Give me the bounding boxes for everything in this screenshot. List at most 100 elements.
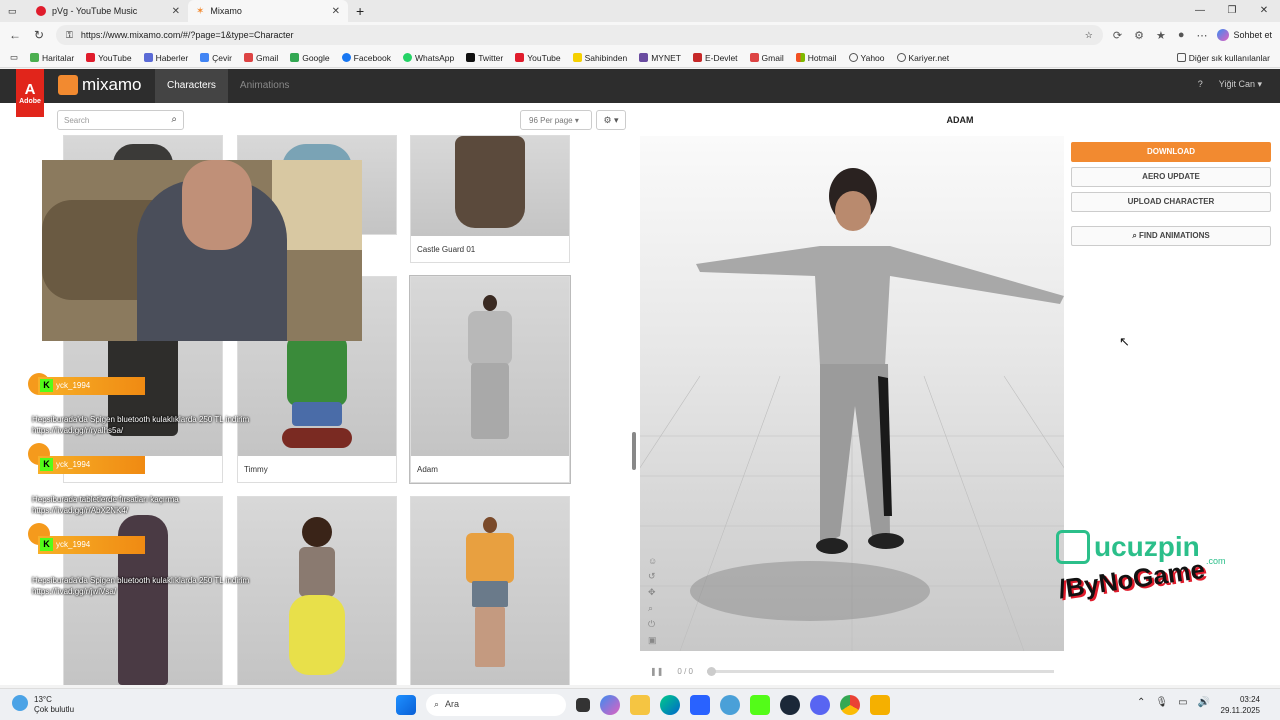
store-icon[interactable] bbox=[690, 695, 710, 715]
character-thumbnail bbox=[411, 277, 569, 456]
windows-start-icon[interactable] bbox=[396, 695, 416, 715]
character-thumbnail bbox=[411, 497, 569, 685]
more-icon[interactable]: ⋯ bbox=[1196, 29, 1207, 42]
timeline-slider[interactable] bbox=[706, 666, 1054, 676]
chrome-icon[interactable] bbox=[840, 695, 860, 715]
character-card[interactable]: Castle Guard 01 bbox=[410, 135, 570, 263]
new-tab-button[interactable]: + bbox=[348, 0, 372, 22]
zoom-icon[interactable]: ⌕ bbox=[648, 603, 657, 614]
scrollbar-thumb[interactable] bbox=[632, 432, 636, 470]
bookmark[interactable]: Twitter bbox=[466, 53, 503, 63]
windows-taskbar: 13°C Çok bulutlu ⌕ Ara ⌃ 🎙 ▭ 🔊 03:24 29.11… bbox=[0, 688, 1280, 720]
find-animations-button[interactable]: ⌕ FIND ANIMATIONS bbox=[1071, 226, 1271, 246]
bookmark[interactable]: Yahoo bbox=[848, 53, 885, 63]
record-icon[interactable]: ▣ bbox=[648, 635, 657, 646]
bookmark[interactable]: Gmail bbox=[749, 53, 784, 63]
close-window-icon[interactable]: ✕ bbox=[1248, 0, 1280, 22]
mixamo-nav: Characters Animations bbox=[155, 69, 301, 103]
chevron-up-icon[interactable]: ⌃ bbox=[1137, 697, 1145, 708]
bookmark[interactable]: MYNET bbox=[639, 53, 681, 63]
settings-app-icon[interactable] bbox=[720, 695, 740, 715]
user-menu[interactable]: Yiğit Can ▾ bbox=[1219, 79, 1262, 90]
settings-icon[interactable]: ⚙ bbox=[1134, 29, 1144, 42]
search-input[interactable]: Search ⌕ bbox=[57, 110, 184, 130]
favorites-icon[interactable]: ★ bbox=[1156, 29, 1166, 42]
bookmark[interactable]: Çevir bbox=[200, 53, 232, 63]
bookmark[interactable]: Facebook bbox=[341, 53, 391, 63]
minimize-icon[interactable]: — bbox=[1184, 0, 1216, 22]
aero-update-button[interactable]: AERO UPDATE bbox=[1071, 167, 1271, 187]
tab-mixamo[interactable]: ✶ Mixamo ✕ bbox=[188, 0, 348, 22]
character-name: Timmy bbox=[238, 456, 396, 482]
timeline-knob[interactable] bbox=[706, 666, 716, 676]
bookmark[interactable]: E-Devlet bbox=[692, 53, 738, 63]
bookmark[interactable]: YouTube bbox=[86, 53, 132, 63]
user-area: ? Yiğit Can ▾ bbox=[1198, 79, 1262, 90]
taskbar-search[interactable]: ⌕ Ara bbox=[426, 694, 566, 716]
close-icon[interactable]: ✕ bbox=[172, 6, 180, 17]
favorite-star-icon[interactable]: ☆ bbox=[1085, 30, 1093, 41]
tab-animations[interactable]: Animations bbox=[228, 69, 301, 103]
back-icon[interactable]: ← bbox=[8, 28, 22, 42]
character-card[interactable] bbox=[237, 496, 397, 685]
character-thumbnail bbox=[411, 136, 569, 236]
youtube-music-icon bbox=[36, 6, 46, 16]
power-icon[interactable]: ⏻ bbox=[648, 619, 657, 630]
speaker-icon[interactable]: 🔊 bbox=[1198, 697, 1210, 708]
3d-viewport[interactable]: ☺ ↺ ✥ ⌕ ⏻ ▣ bbox=[640, 136, 1064, 651]
weather-widget[interactable]: 13°C Çok bulutlu bbox=[12, 695, 74, 715]
tab-actions-icon[interactable]: ▭ bbox=[0, 0, 28, 22]
settings-gear-button[interactable]: ⚙ ▾ bbox=[596, 110, 626, 130]
kick-app-icon[interactable] bbox=[750, 695, 770, 715]
display-icon[interactable]: ▭ bbox=[1178, 697, 1187, 708]
profile-icon[interactable]: ● bbox=[1178, 29, 1185, 42]
help-icon[interactable]: ? bbox=[1198, 79, 1203, 90]
tab-youtube-music[interactable]: pVg - YouTube Music ✕ bbox=[28, 0, 188, 22]
lock-icon: ⚿ bbox=[66, 29, 73, 40]
file-explorer-icon[interactable] bbox=[630, 695, 650, 715]
bookmark[interactable]: Haberler bbox=[143, 53, 188, 63]
bookmark[interactable]: Haritalar bbox=[30, 53, 74, 63]
tab-title: pVg - YouTube Music bbox=[52, 6, 138, 16]
pause-icon[interactable]: ❚❚ bbox=[650, 667, 663, 676]
steam-icon[interactable] bbox=[780, 695, 800, 715]
per-page-select[interactable]: 96 Per page ▾ bbox=[520, 110, 592, 130]
list-scrollbar[interactable] bbox=[630, 137, 638, 685]
microphone-icon[interactable]: 🎙 bbox=[1155, 697, 1168, 708]
search-icon: ⌕ bbox=[434, 699, 440, 709]
search-icon[interactable]: ⌕ bbox=[171, 114, 177, 125]
discord-icon[interactable] bbox=[810, 695, 830, 715]
close-icon[interactable]: ✕ bbox=[332, 6, 340, 17]
character-card-selected[interactable]: Adam bbox=[410, 276, 570, 483]
pan-icon[interactable]: ✥ bbox=[648, 587, 657, 598]
copilot-label: Sohbet et bbox=[1233, 30, 1272, 40]
copilot-icon bbox=[1217, 29, 1230, 41]
bookmark[interactable]: Hotmail bbox=[795, 53, 837, 63]
copilot-app-icon[interactable] bbox=[600, 695, 620, 715]
bookmark[interactable]: WhatsApp bbox=[402, 53, 454, 63]
maximize-icon[interactable]: ❐ bbox=[1216, 0, 1248, 22]
mixamo-logo[interactable]: mixamo bbox=[58, 75, 142, 95]
bookmark[interactable]: Google bbox=[290, 53, 330, 63]
game-app-icon[interactable] bbox=[870, 695, 890, 715]
copilot-button[interactable]: Sohbet et bbox=[1217, 29, 1272, 41]
bookmark[interactable]: Kariyer.net bbox=[896, 53, 949, 63]
adobe-logo[interactable]: A Adobe bbox=[16, 69, 44, 117]
bookmark[interactable]: YouTube bbox=[515, 53, 561, 63]
reading-list-icon[interactable]: ▭ bbox=[10, 52, 18, 63]
clock[interactable]: 03:24 29.11.2025 bbox=[1221, 694, 1260, 716]
character-card[interactable] bbox=[410, 496, 570, 685]
rotate-icon[interactable]: ↺ bbox=[648, 571, 657, 582]
camera-reset-icon[interactable]: ☺ bbox=[648, 556, 657, 566]
download-button[interactable]: DOWNLOAD bbox=[1071, 142, 1271, 162]
extensions-icon[interactable]: ⟳ bbox=[1113, 29, 1122, 42]
tab-characters[interactable]: Characters bbox=[155, 69, 228, 103]
bookmark[interactable]: Sahibinden bbox=[572, 53, 627, 63]
other-bookmarks[interactable]: Diğer sık kullanılanlar bbox=[1176, 53, 1270, 63]
upload-character-button[interactable]: UPLOAD CHARACTER bbox=[1071, 192, 1271, 212]
url-field[interactable]: ⚿ https://www.mixamo.com/#/?page=1&type=… bbox=[56, 25, 1103, 45]
refresh-icon[interactable]: ↻ bbox=[32, 28, 46, 42]
bookmark[interactable]: Gmail bbox=[244, 53, 278, 63]
task-view-icon[interactable] bbox=[576, 698, 590, 712]
edge-icon[interactable] bbox=[660, 695, 680, 715]
